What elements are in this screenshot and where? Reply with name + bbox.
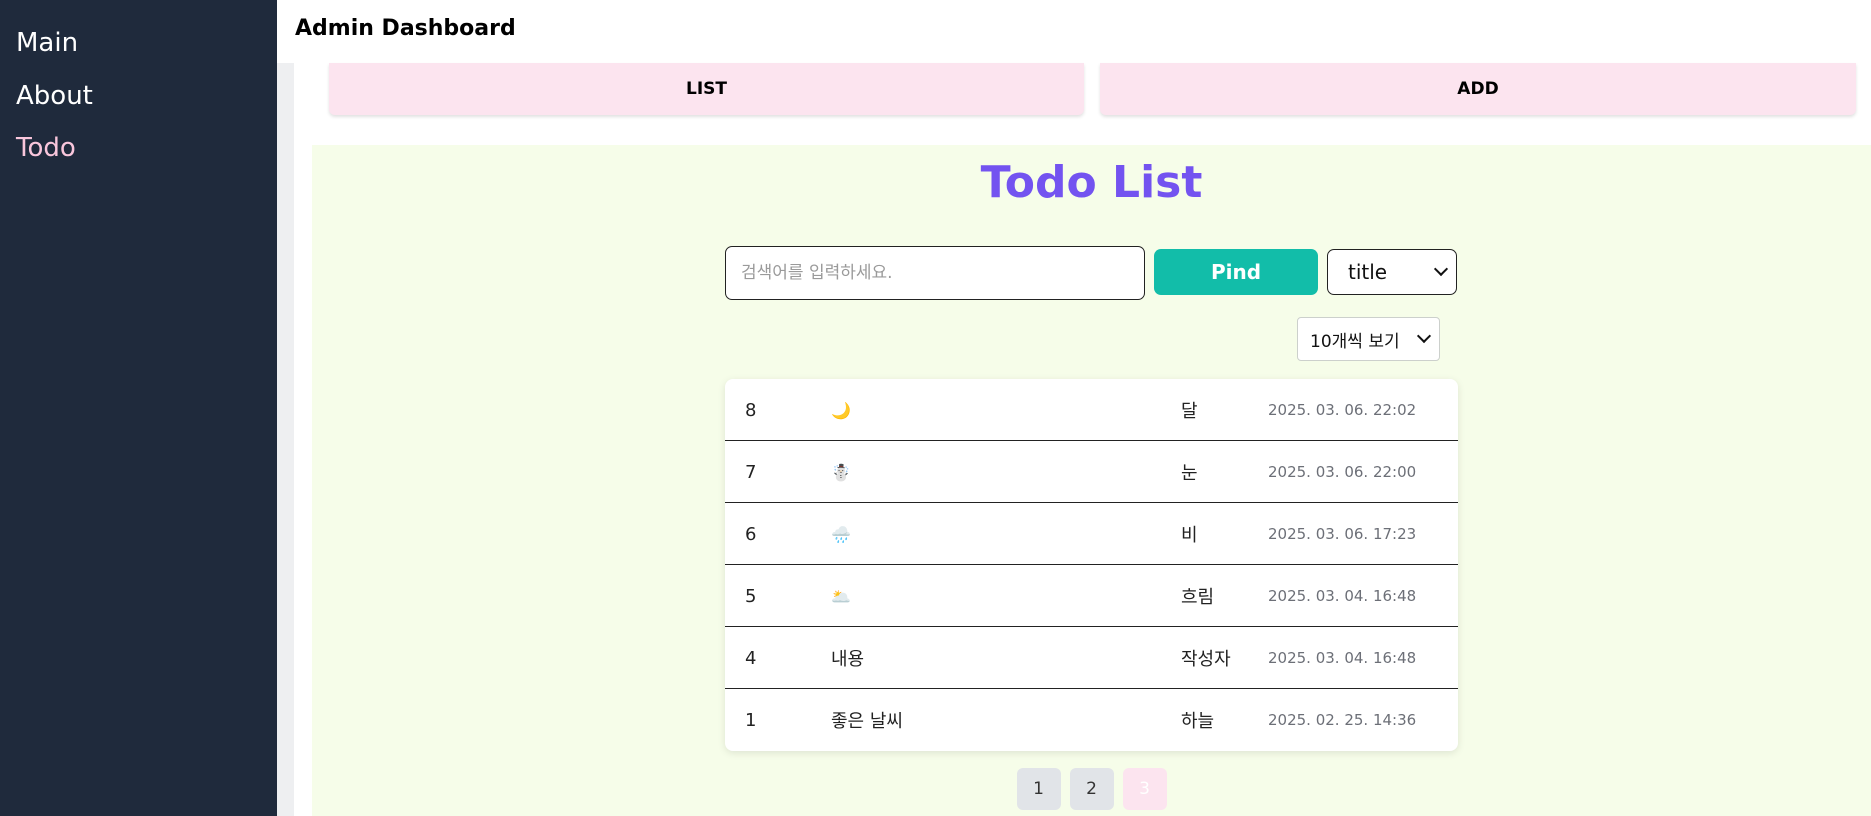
table-row[interactable]: 8 🌙 달 2025. 03. 06. 22:02 xyxy=(725,379,1458,441)
sidebar: Main About Todo xyxy=(0,0,277,816)
row-writer: 비 xyxy=(1181,525,1198,546)
todo-table: 8 🌙 달 2025. 03. 06. 22:02 7 ☃️ 눈 2025. 0… xyxy=(725,379,1458,751)
table-row[interactable]: 5 🌥️ 흐림 2025. 03. 04. 16:48 xyxy=(725,565,1458,627)
row-number: 7 xyxy=(745,461,757,483)
table-row[interactable]: 1 좋은 날씨 하늘 2025. 02. 25. 14:36 xyxy=(725,689,1458,751)
header: Admin Dashboard xyxy=(277,0,1871,63)
chevron-down-icon xyxy=(1416,328,1432,344)
page-button-3[interactable]: 3 xyxy=(1122,768,1167,810)
table-row[interactable]: 6 🌧️ 비 2025. 03. 06. 17:23 xyxy=(725,503,1458,565)
row-writer: 하늘 xyxy=(1181,711,1215,732)
todo-panel: Todo List Pind title 10개씩 보기 8 🌙 달 2025.… xyxy=(312,145,1871,816)
row-writer: 작성자 xyxy=(1181,649,1231,670)
page-header-title: Admin Dashboard xyxy=(295,16,516,41)
row-number: 1 xyxy=(745,709,757,731)
table-row[interactable]: 4 내용 작성자 2025. 03. 04. 16:48 xyxy=(725,627,1458,689)
row-title: ☃️ xyxy=(831,462,851,482)
row-title: 좋은 날씨 xyxy=(831,711,903,732)
search-type-value: title xyxy=(1348,260,1388,284)
page-title: Todo List xyxy=(980,157,1203,208)
page-button-2[interactable]: 2 xyxy=(1069,768,1114,810)
add-nav-button[interactable]: ADD xyxy=(1100,63,1856,115)
chevron-down-icon xyxy=(1433,261,1449,277)
row-date: 2025. 03. 06. 22:00 xyxy=(1268,463,1417,481)
row-title: 내용 xyxy=(831,649,865,670)
content-gutter xyxy=(277,63,294,816)
row-writer: 달 xyxy=(1181,401,1198,422)
pagination: 1 2 3 xyxy=(312,768,1871,810)
page-size-value: 10개씩 보기 xyxy=(1310,331,1400,352)
sidebar-item-todo[interactable]: Todo xyxy=(16,132,76,164)
row-title: 🌧️ xyxy=(831,524,851,544)
row-date: 2025. 03. 04. 16:48 xyxy=(1268,649,1417,667)
row-number: 5 xyxy=(745,585,757,607)
row-writer: 눈 xyxy=(1181,463,1198,484)
sidebar-item-main[interactable]: Main xyxy=(16,27,78,59)
row-date: 2025. 03. 06. 17:23 xyxy=(1268,525,1417,543)
row-writer: 흐림 xyxy=(1181,587,1215,608)
row-number: 4 xyxy=(745,647,757,669)
row-number: 6 xyxy=(745,523,757,545)
page-button-1[interactable]: 1 xyxy=(1016,768,1061,810)
page-size-select[interactable]: 10개씩 보기 xyxy=(1297,317,1440,361)
row-title: 🌙 xyxy=(831,400,851,420)
sidebar-item-about[interactable]: About xyxy=(16,80,93,112)
list-nav-button[interactable]: LIST xyxy=(329,63,1084,115)
find-button[interactable]: Pind xyxy=(1154,249,1318,295)
row-number: 8 xyxy=(745,399,757,421)
table-row[interactable]: 7 ☃️ 눈 2025. 03. 06. 22:00 xyxy=(725,441,1458,503)
row-title: 🌥️ xyxy=(831,586,851,606)
row-date: 2025. 02. 25. 14:36 xyxy=(1268,711,1417,729)
search-type-select[interactable]: title xyxy=(1327,249,1457,295)
row-date: 2025. 03. 06. 22:02 xyxy=(1268,401,1417,419)
row-date: 2025. 03. 04. 16:48 xyxy=(1268,587,1417,605)
search-input[interactable] xyxy=(725,246,1145,300)
